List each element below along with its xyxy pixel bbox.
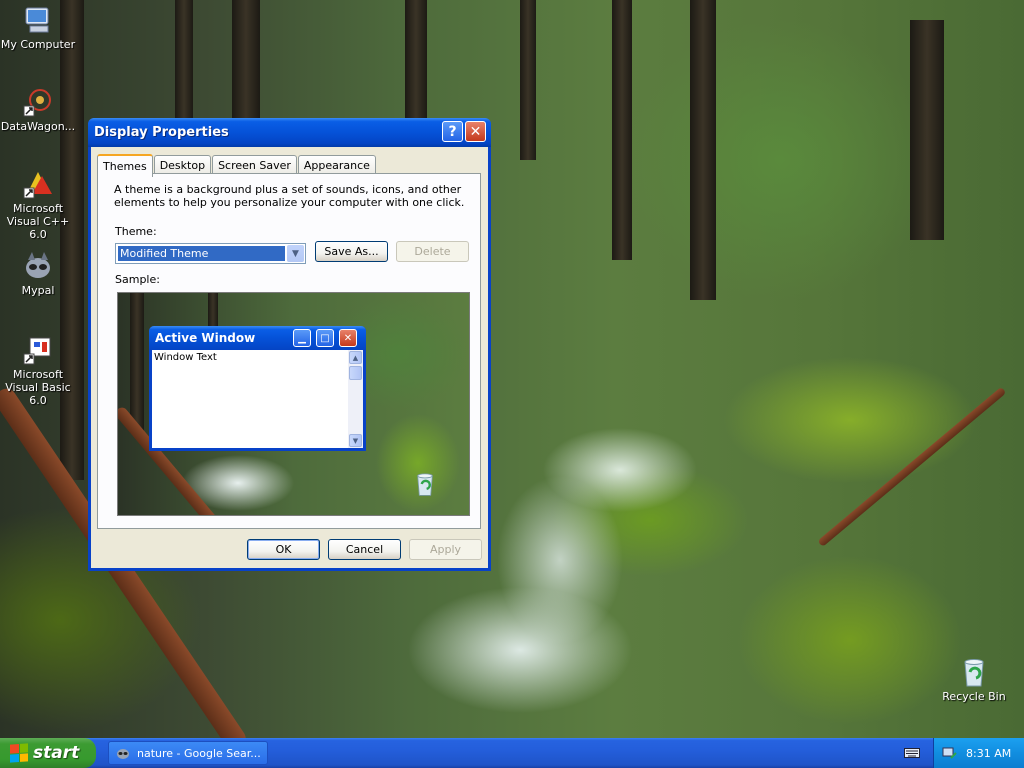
close-button[interactable]: ✕ <box>465 121 486 142</box>
theme-sample-preview: Active Window ▁ □ ✕ Window Text ▲ ▼ <box>117 292 470 516</box>
tree-trunk <box>130 293 144 433</box>
desktop-icon-label: Microsoft Visual C++ 6.0 <box>6 202 70 241</box>
close-icon: ✕ <box>339 329 357 347</box>
tree-trunk <box>232 0 260 120</box>
desktop-icon-visual-basic[interactable]: Microsoft Visual Basic 6.0 <box>0 334 78 407</box>
sample-window-text: Window Text <box>154 352 217 363</box>
system-tray: 8:31 AM <box>933 738 1024 768</box>
scroll-up-icon: ▲ <box>349 351 362 364</box>
sample-active-window: Active Window ▁ □ ✕ Window Text ▲ ▼ <box>149 326 366 451</box>
sample-window-title: Active Window <box>155 331 256 345</box>
close-icon: ✕ <box>469 123 482 140</box>
tree-trunk <box>910 20 944 240</box>
desktop-icon-mypal[interactable]: Mypal <box>0 250 78 297</box>
start-button[interactable]: start <box>0 738 96 768</box>
tab-appearance[interactable]: Appearance <box>297 155 376 174</box>
windows-logo-icon <box>10 743 28 763</box>
delete-button[interactable]: Delete <box>396 241 469 262</box>
taskbar-item-browser[interactable]: nature - Google Sear... <box>108 741 268 765</box>
themes-description: A theme is a background plus a set of so… <box>114 183 465 209</box>
mypal-browser-icon <box>117 749 129 759</box>
start-label: start <box>33 743 80 763</box>
keyboard-icon[interactable] <box>904 746 920 760</box>
maximize-icon: □ <box>316 329 334 347</box>
window-client-area: Themes Desktop Screen Saver Appearance A… <box>91 147 488 568</box>
desktop-icon-label: Microsoft Visual Basic 6.0 <box>5 368 71 407</box>
desktop-icon-label: DataWagon... <box>0 120 76 133</box>
visual-basic-icon <box>23 337 51 365</box>
chevron-down-icon[interactable]: ▼ <box>287 245 304 262</box>
desktop-icon-label: Mypal <box>21 284 55 297</box>
theme-dropdown[interactable]: Modified Theme ▼ <box>115 243 306 264</box>
tab-desktop[interactable]: Desktop <box>153 155 212 174</box>
recycle-bin-icon <box>417 473 433 496</box>
ok-button[interactable]: OK <box>247 539 320 560</box>
apply-button[interactable]: Apply <box>409 539 482 560</box>
scroll-down-icon: ▼ <box>349 434 362 447</box>
desktop-icon-datawagon[interactable]: DataWagon... <box>0 86 78 133</box>
branch <box>817 386 1007 548</box>
themes-panel: A theme is a background plus a set of so… <box>97 173 481 529</box>
mypal-browser-icon <box>26 252 50 278</box>
taskbar-item-label: nature - Google Sear... <box>137 746 261 760</box>
tab-screen-saver[interactable]: Screen Saver <box>212 155 297 174</box>
minimize-icon: ▁ <box>293 329 311 347</box>
theme-label: Theme: <box>115 225 157 238</box>
save-as-button[interactable]: Save As... <box>315 241 388 262</box>
visual-cpp-icon <box>23 172 52 199</box>
sample-scrollbar: ▲ ▼ <box>348 350 363 448</box>
window-titlebar[interactable]: Display Properties ? ✕ <box>88 118 491 147</box>
help-icon: ? <box>448 123 457 140</box>
tree-trunk <box>612 0 632 260</box>
tab-strip: Themes Desktop Screen Saver Appearance <box>97 153 377 177</box>
desktop-icon-label: My Computer <box>0 38 76 51</box>
tree-trunk <box>405 0 427 120</box>
theme-dropdown-value: Modified Theme <box>118 246 285 261</box>
datawagon-shortcut-icon <box>23 89 51 117</box>
display-properties-window: Display Properties ? ✕ Themes Desktop Sc… <box>88 118 491 571</box>
my-computer-icon <box>25 7 49 33</box>
taskbar: start nature - Google Sear... 8:31 AM <box>0 738 1024 768</box>
tree-trunk <box>690 0 716 300</box>
network-icon[interactable] <box>942 745 958 761</box>
sample-label: Sample: <box>115 273 160 286</box>
sample-window-titlebar: Active Window ▁ □ ✕ <box>149 326 366 350</box>
desktop-icon-label: Recycle Bin <box>942 690 1006 703</box>
sample-window-body: Window Text ▲ ▼ <box>152 350 363 448</box>
help-button[interactable]: ? <box>442 121 463 142</box>
window-title: Display Properties <box>94 125 229 140</box>
cancel-button[interactable]: Cancel <box>328 539 401 560</box>
desktop-icon-my-computer[interactable]: My Computer <box>0 4 78 51</box>
desktop-icon-visual-cpp[interactable]: Microsoft Visual C++ 6.0 <box>0 168 78 241</box>
desktop-icon-recycle-bin[interactable]: Recycle Bin <box>934 656 1014 703</box>
tree-trunk <box>520 0 536 160</box>
recycle-bin-icon <box>964 659 984 687</box>
clock[interactable]: 8:31 AM <box>966 747 1011 760</box>
scroll-thumb <box>349 366 362 380</box>
tab-themes[interactable]: Themes <box>97 154 153 177</box>
